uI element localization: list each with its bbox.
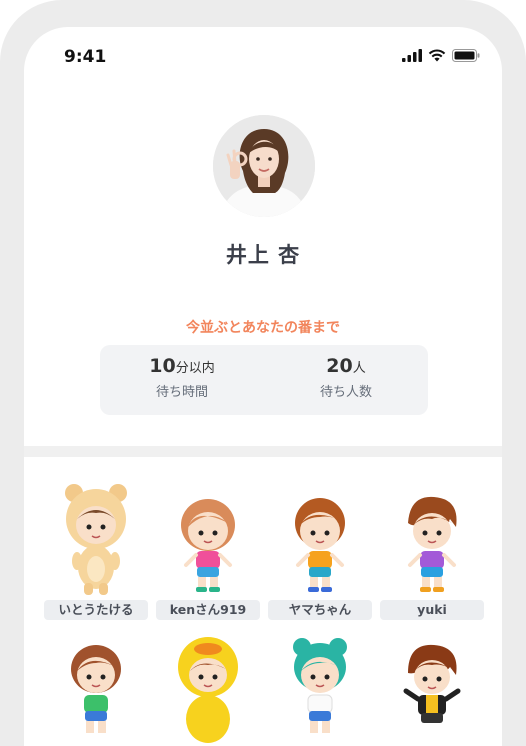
user-card[interactable]: yuki	[380, 479, 484, 620]
user-avatar-orange	[295, 498, 345, 592]
wait-time-value: 10	[149, 355, 176, 377]
user-card[interactable]: いとうたける	[44, 479, 148, 620]
wait-people-label: 待ち人数	[319, 385, 372, 400]
user-name: yuki	[380, 600, 484, 620]
status-icons	[402, 49, 480, 62]
user-card[interactable]: ヤマちゃん	[268, 479, 372, 620]
wait-people-unit: 人	[352, 361, 366, 376]
user-name: ヤマちゃん	[268, 600, 372, 620]
signal-icon	[402, 49, 422, 62]
profile-avatar	[213, 115, 315, 217]
wait-time-label: 待ち時間	[155, 385, 208, 400]
user-avatar-teal	[293, 638, 347, 733]
section-divider	[24, 446, 502, 457]
wait-people-stat: 20人 待ち人数	[264, 355, 428, 400]
user-card[interactable]: kenさん919	[156, 479, 260, 620]
status-time: 9:41	[64, 47, 107, 67]
user-card[interactable]	[380, 627, 484, 746]
user-card[interactable]	[156, 627, 260, 746]
user-avatar-duck	[178, 637, 238, 743]
wait-time-unit: 分以内	[175, 361, 215, 376]
status-bar: 9:41	[24, 27, 502, 87]
battery-icon	[452, 49, 480, 62]
profile-name: 井上 杏	[225, 243, 301, 267]
user-avatar-black	[403, 644, 461, 723]
wifi-icon	[428, 49, 446, 62]
wait-time-stat: 10分以内 待ち時間	[100, 355, 264, 400]
queue-title: 今並ぶとあなたの番まで	[186, 320, 340, 336]
wait-people-value: 20	[326, 355, 353, 377]
user-name: いとうたける	[44, 600, 148, 620]
user-name: kenさん919	[156, 600, 260, 620]
phone-screen: 9:41 井上 杏 今並ぶとあなたの番まで 10分以内 待ち時間 20人 待ち人…	[24, 27, 502, 746]
user-avatar-purple	[408, 496, 457, 592]
queue-stats-card: 10分以内 待ち時間 20人 待ち人数	[100, 345, 428, 415]
user-avatar-bear	[65, 484, 127, 595]
user-card[interactable]	[268, 627, 372, 746]
user-avatar-pink	[181, 499, 235, 592]
user-card[interactable]	[44, 627, 148, 746]
user-avatar-green	[71, 645, 121, 733]
profile-photo	[213, 115, 315, 217]
